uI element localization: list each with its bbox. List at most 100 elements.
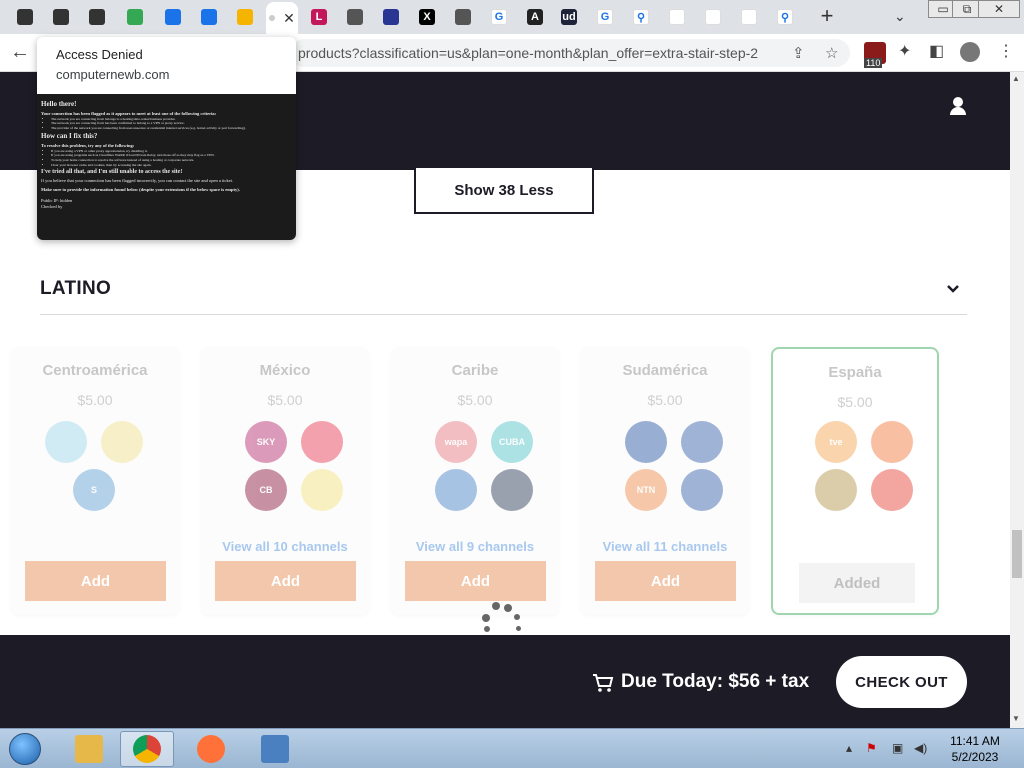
chrome-icon bbox=[133, 735, 161, 763]
search-icon: ⚲ bbox=[633, 9, 649, 25]
search-icon: ⚲ bbox=[777, 9, 793, 25]
windows-taskbar: ▴ ⚑ ▣ ◀) 11:41 AM 5/2/2023 bbox=[0, 728, 1024, 768]
close-tab-icon[interactable]: ✕ bbox=[283, 10, 295, 27]
view-all-channels-link[interactable]: View all 11 channels bbox=[581, 539, 749, 554]
show-hidden-icons-icon[interactable]: ▴ bbox=[846, 741, 852, 755]
add-button[interactable]: Add bbox=[595, 561, 736, 601]
browser-tab[interactable] bbox=[338, 4, 372, 30]
network-icon[interactable]: ▣ bbox=[892, 741, 903, 755]
checkout-button[interactable]: CHECK OUT bbox=[836, 656, 967, 708]
browser-tab[interactable] bbox=[44, 4, 78, 30]
browser-tab[interactable] bbox=[228, 4, 262, 30]
browser-tab[interactable]: ⚲ bbox=[624, 4, 658, 30]
page-scrollbar[interactable]: ▲ ▼ bbox=[1010, 72, 1024, 728]
extensions-puzzle-icon[interactable]: ✦ bbox=[898, 41, 911, 61]
browser-tab[interactable] bbox=[156, 4, 190, 30]
preview-text: If you believe that your connection has … bbox=[41, 178, 234, 184]
cart-icon bbox=[593, 674, 614, 692]
globe-icon bbox=[455, 9, 471, 25]
side-panel-icon[interactable]: ◧ bbox=[929, 41, 944, 61]
letter-l-icon: L bbox=[311, 9, 327, 25]
browser-tab[interactable] bbox=[118, 4, 152, 30]
added-button[interactable]: Added bbox=[799, 563, 915, 603]
add-button[interactable]: Add bbox=[405, 561, 546, 601]
firefox-icon bbox=[197, 735, 225, 763]
browser-tab[interactable]: L bbox=[302, 4, 336, 30]
account-icon bbox=[237, 9, 253, 25]
package-price: $5.00 bbox=[77, 392, 113, 408]
tab-search-chevron-icon[interactable]: ⌄ bbox=[894, 8, 914, 28]
google-icon: G bbox=[491, 9, 507, 25]
canal-logo-17 bbox=[871, 469, 913, 511]
github-icon bbox=[17, 9, 33, 25]
address-bar[interactable]: products?classification=us&plan=one-mont… bbox=[290, 39, 850, 67]
view-all-channels-link[interactable]: View all 9 channels bbox=[391, 539, 559, 554]
clock-date: 5/2/2023 bbox=[951, 750, 999, 764]
canal-logo-3: S bbox=[73, 469, 115, 511]
taskbar-app-button[interactable] bbox=[184, 731, 238, 767]
start-button[interactable] bbox=[2, 730, 48, 768]
volume-icon[interactable]: ◀) bbox=[914, 741, 927, 755]
due-today-text: Due Today: $56 + tax bbox=[621, 671, 810, 692]
github-icon bbox=[53, 9, 69, 25]
canal-logo-4: SKY bbox=[245, 421, 287, 463]
browser-tab[interactable] bbox=[80, 4, 114, 30]
show-less-button[interactable]: Show 38 Less bbox=[414, 168, 594, 214]
browser-tab[interactable]: ⚲ bbox=[768, 4, 802, 30]
section-title: LATINO bbox=[40, 278, 112, 299]
more-menu-icon[interactable]: ⋮ bbox=[998, 41, 1014, 61]
canal-logo-16 bbox=[815, 469, 857, 511]
scrollbar-thumb[interactable] bbox=[1012, 530, 1022, 578]
close-window-button[interactable]: ✕ bbox=[978, 0, 1020, 18]
browser-tab[interactable]: X bbox=[410, 4, 444, 30]
clock-time: 11:41 AM bbox=[950, 734, 1000, 748]
preview-heading: How can I fix this? bbox=[41, 132, 98, 141]
package-title: España bbox=[828, 364, 882, 381]
browser-tab[interactable] bbox=[732, 4, 766, 30]
user-account-icon[interactable] bbox=[950, 97, 966, 115]
taskbar-app-button[interactable] bbox=[248, 731, 302, 767]
hover-card-domain: computernewb.com bbox=[56, 67, 170, 82]
chevron-down-icon[interactable] bbox=[946, 282, 960, 296]
browser-tab[interactable]: G bbox=[588, 4, 622, 30]
profile-avatar[interactable] bbox=[960, 42, 980, 62]
tve-logo: tve bbox=[815, 421, 857, 463]
extension-badge-icon[interactable]: 110 bbox=[864, 42, 886, 68]
maps-icon bbox=[127, 9, 143, 25]
system-clock[interactable]: 11:41 AM 5/2/2023 bbox=[940, 733, 1010, 765]
browser-tab[interactable] bbox=[8, 4, 42, 30]
browser-tab[interactable] bbox=[374, 4, 408, 30]
taskbar-app-button[interactable] bbox=[62, 731, 116, 767]
file-explorer-icon bbox=[75, 735, 103, 763]
canal-logo-6: CB bbox=[245, 469, 287, 511]
canal-logo-10 bbox=[435, 469, 477, 511]
browser-tab[interactable]: ud bbox=[552, 4, 586, 30]
browser-tab[interactable] bbox=[696, 4, 730, 30]
share-icon[interactable]: ⇪ bbox=[792, 44, 805, 62]
package-title: Caribe bbox=[451, 362, 499, 379]
chart-icon bbox=[705, 9, 721, 25]
add-button[interactable]: Add bbox=[25, 561, 166, 601]
canal-logo-1 bbox=[45, 421, 87, 463]
new-tab-button[interactable]: + bbox=[815, 5, 839, 29]
bookmark-star-icon[interactable]: ☆ bbox=[825, 44, 838, 62]
browser-tab[interactable] bbox=[192, 4, 226, 30]
loading-spinner-icon bbox=[480, 600, 526, 636]
scroll-down-icon[interactable]: ▼ bbox=[1012, 714, 1020, 723]
taskbar-app-button[interactable] bbox=[120, 731, 174, 767]
action-center-flag-icon[interactable]: ⚑ bbox=[866, 741, 877, 755]
scroll-up-icon[interactable]: ▲ bbox=[1012, 74, 1020, 83]
loading-tab-icon bbox=[269, 15, 276, 21]
preview-list: The network you are connecting from belo… bbox=[51, 117, 292, 131]
browser-tab[interactable]: ✕ bbox=[266, 2, 298, 34]
browser-tab[interactable] bbox=[660, 4, 694, 30]
view-all-channels-link[interactable]: View all 10 channels bbox=[201, 539, 369, 554]
back-button[interactable]: ← bbox=[10, 41, 30, 64]
browser-tab[interactable] bbox=[446, 4, 480, 30]
browser-tab[interactable]: G bbox=[482, 4, 516, 30]
tab-hover-card: Access Denied computernewb.com Hello the… bbox=[37, 37, 296, 240]
add-button[interactable]: Add bbox=[215, 561, 356, 601]
urban-dictionary-icon: ud bbox=[561, 9, 577, 25]
preview-heading: Hello there! bbox=[41, 100, 77, 108]
browser-tab[interactable]: A bbox=[518, 4, 552, 30]
